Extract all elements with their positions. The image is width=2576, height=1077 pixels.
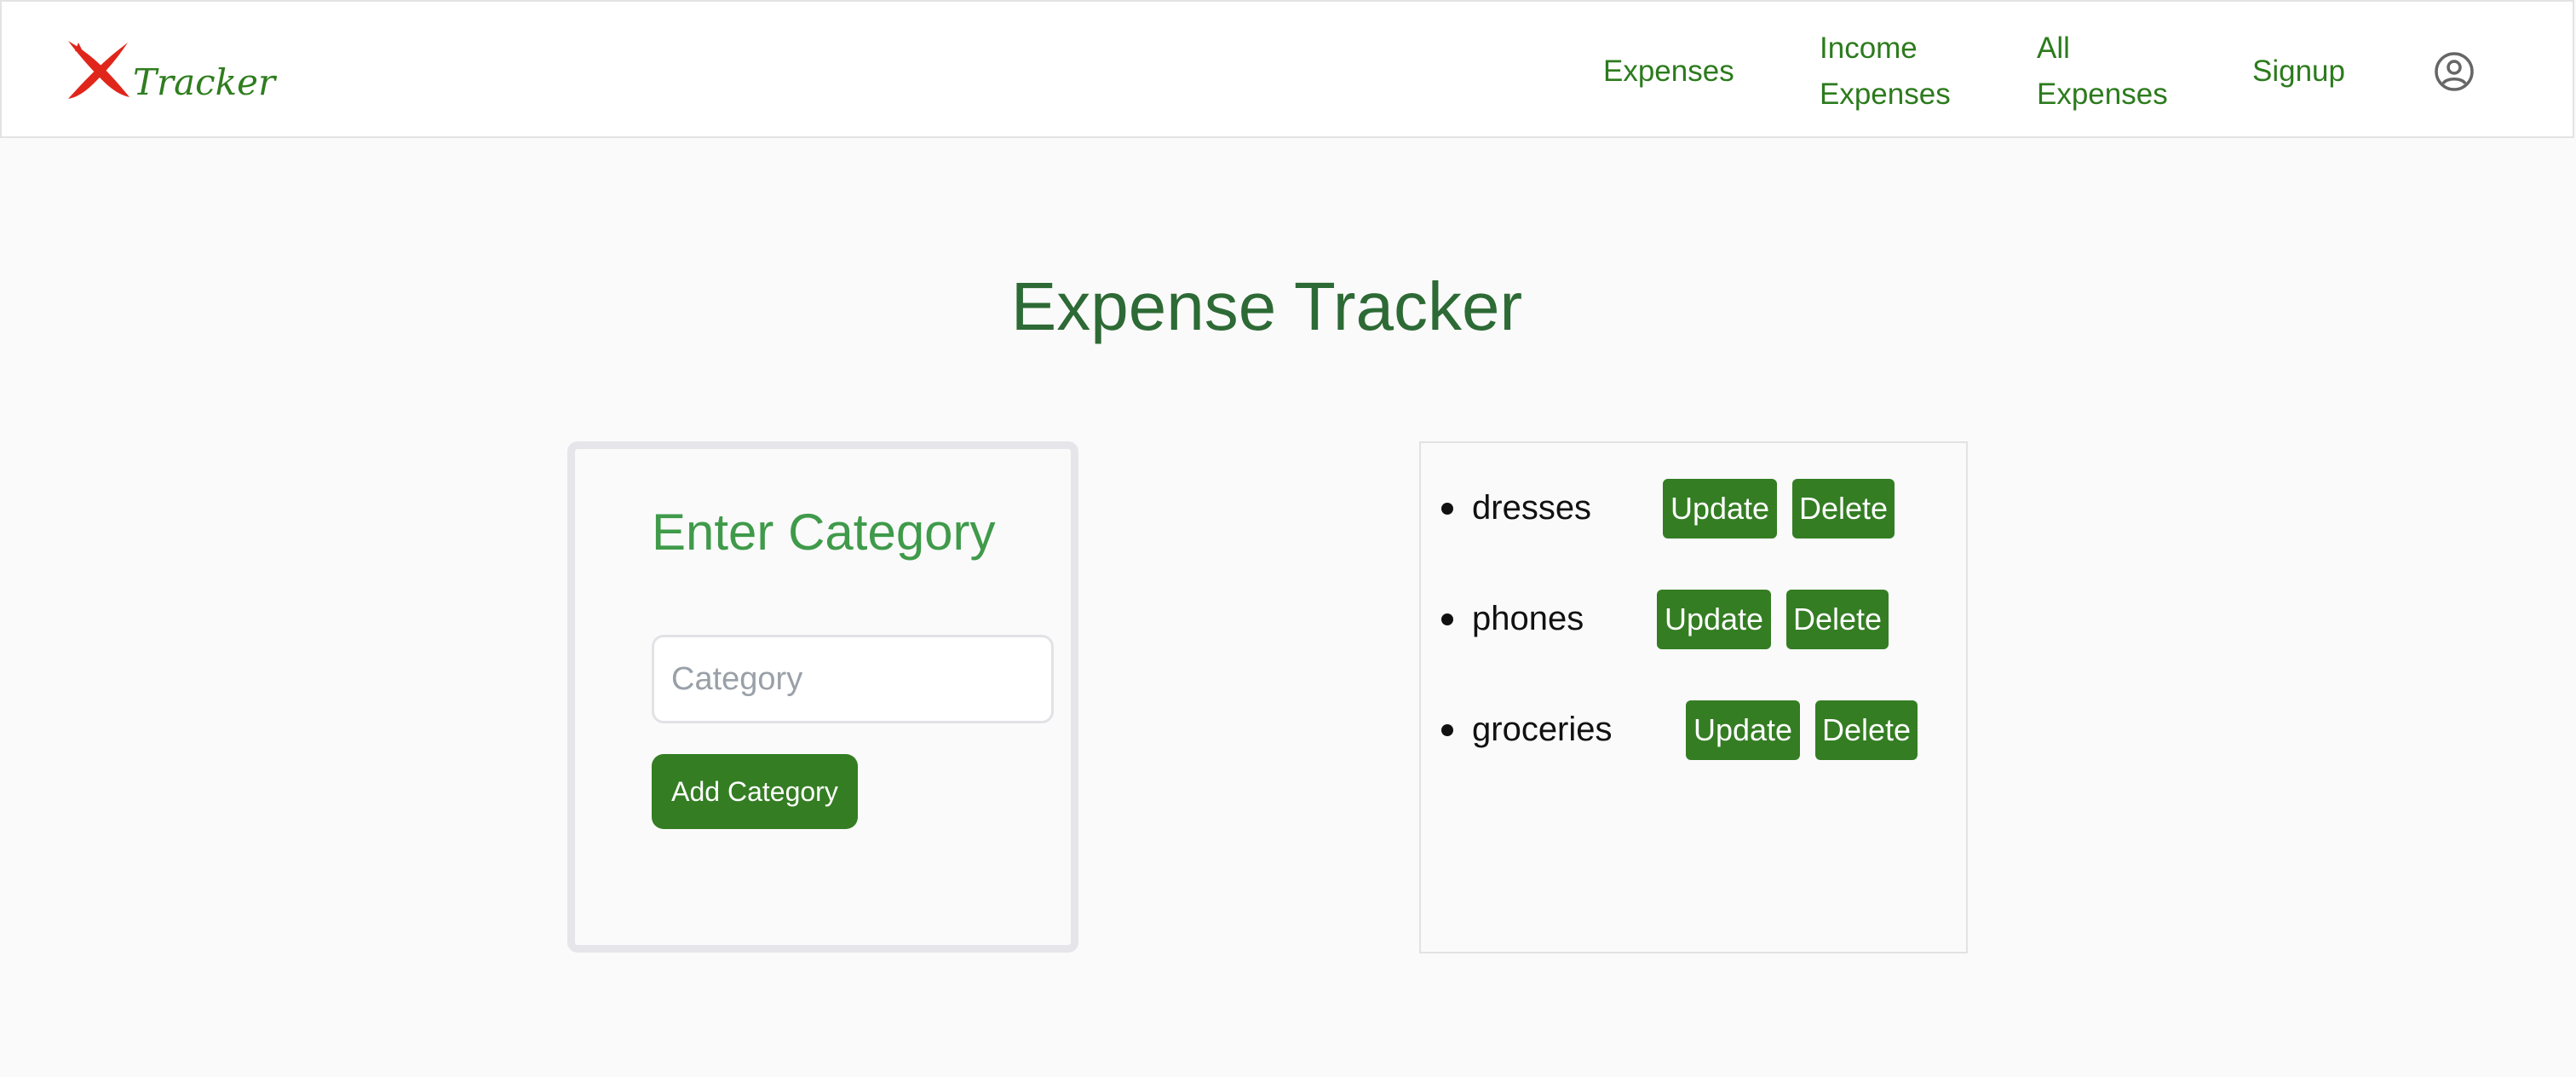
category-form-heading: Enter Category xyxy=(652,504,996,561)
update-button[interactable]: Update xyxy=(1657,590,1771,649)
user-circle-icon[interactable] xyxy=(2433,50,2475,93)
nav-link-signup[interactable]: Signup xyxy=(2252,49,2345,95)
nav-link-all-expenses[interactable]: All Expenses xyxy=(2037,26,2190,118)
category-list: dresses Update Delete phones Update Dele… xyxy=(1419,441,1968,953)
delete-button[interactable]: Delete xyxy=(1786,590,1889,649)
list-bullet xyxy=(1441,503,1453,515)
category-name: groceries xyxy=(1472,711,1613,748)
add-category-button[interactable]: Add Category xyxy=(652,754,858,829)
brand-logo[interactable]: Tracker xyxy=(65,36,275,112)
list-bullet xyxy=(1441,724,1453,736)
delete-button[interactable]: Delete xyxy=(1792,479,1895,538)
update-button[interactable]: Update xyxy=(1686,700,1800,760)
brand-logo-text: Tracker xyxy=(133,61,276,103)
category-name: dresses xyxy=(1472,489,1592,527)
update-button[interactable]: Update xyxy=(1663,479,1777,538)
x-brand-icon xyxy=(68,41,129,99)
top-navbar: Tracker Expenses Income Expenses All Exp… xyxy=(0,0,2574,138)
list-bullet xyxy=(1441,613,1453,625)
page-title: Expense Tracker xyxy=(1010,268,1523,344)
delete-button[interactable]: Delete xyxy=(1815,700,1918,760)
nav-link-expenses[interactable]: Expenses xyxy=(1603,49,1734,95)
nav-link-income-expenses[interactable]: Income Expenses xyxy=(1820,26,1973,118)
category-form-card: Enter Category Add Category xyxy=(567,441,1078,953)
category-name: phones xyxy=(1472,600,1584,637)
category-input[interactable] xyxy=(652,635,1054,723)
